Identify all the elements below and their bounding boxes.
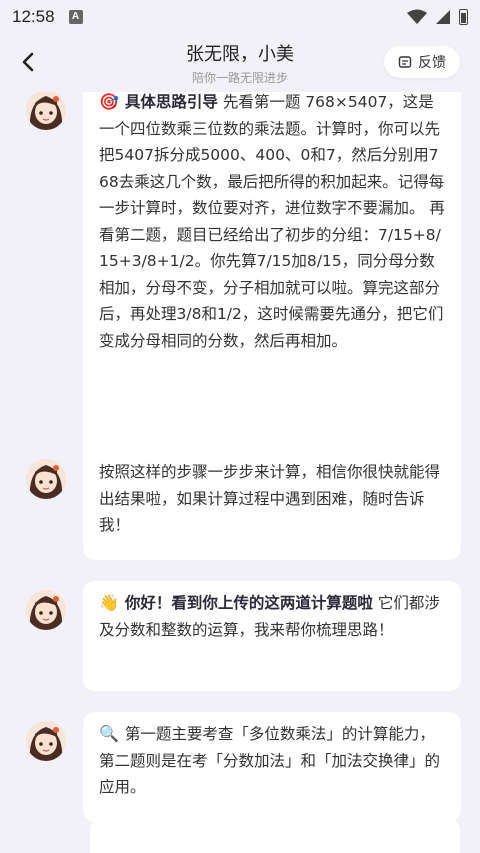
target-icon: 🎯	[99, 92, 119, 111]
magnifier-icon: 🔍	[99, 724, 119, 743]
header-titles: 张无限，小美 陪你一路无限进步	[186, 40, 294, 86]
status-time: 12:58	[12, 7, 55, 26]
battery-icon	[459, 9, 468, 25]
message-heading: 你好！看到你上传的这两道计算题啦	[124, 594, 373, 612]
next-message-bubble	[90, 818, 460, 853]
back-button[interactable]	[14, 48, 42, 76]
page-title: 张无限，小美	[186, 44, 294, 65]
message-heading: 具体思路引导	[124, 93, 218, 111]
message-text: 先看第一题 768×5407，这是一个四位数乘三位数的乘法题。计算时，你可以先把…	[99, 93, 445, 350]
avatar	[26, 590, 66, 630]
status-icons	[407, 9, 468, 25]
message-bubble: 按照这样的步骤一步步来计算，相信你很快就能得出结果啦，如果计算过程中遇到困难，随…	[83, 450, 461, 560]
chat-area[interactable]: 🎯 具体思路引导 先看第一题 768×5407，这是一个四位数乘三位数的乘法题。计…	[0, 92, 480, 853]
feedback-icon	[398, 56, 412, 68]
avatar-girl-icon	[26, 721, 66, 761]
message-text: 按照这样的步骤一步步来计算，相信你很快就能得出结果啦，如果计算过程中遇到困难，随…	[99, 463, 441, 534]
message-bubble: 👋 你好！看到你上传的这两道计算题啦 它们都涉及分数和整数的运算，我来帮你梳理思路…	[83, 581, 461, 691]
avatar-girl-icon	[26, 92, 66, 130]
status-bar: 12:58 A	[0, 0, 480, 34]
signal-icon	[436, 10, 450, 24]
notification-badge: A	[68, 10, 83, 24]
page-subtitle: 陪你一路无限进步	[191, 71, 288, 85]
wave-icon: 👋	[99, 593, 119, 612]
feedback-label: 反馈	[418, 55, 446, 71]
feedback-button[interactable]: 反馈	[384, 46, 460, 78]
message-bubble: 🔍 第一题主要考查「多位数乘法」的计算能力，第二题则是在考「分数加法」和「加法交换…	[83, 712, 461, 822]
chevron-left-icon	[22, 52, 34, 72]
message-text: 第一题主要考查「多位数乘法」的计算能力，第二题则是在考「分数加法」和「加法交换律…	[99, 725, 441, 796]
avatar-girl-icon	[26, 459, 66, 499]
wifi-icon	[407, 9, 427, 24]
avatar	[26, 721, 66, 761]
avatar	[26, 92, 66, 130]
chat-header: 张无限，小美 陪你一路无限进步 反馈	[0, 34, 480, 92]
avatar	[26, 459, 66, 499]
avatar-girl-icon	[26, 590, 66, 630]
